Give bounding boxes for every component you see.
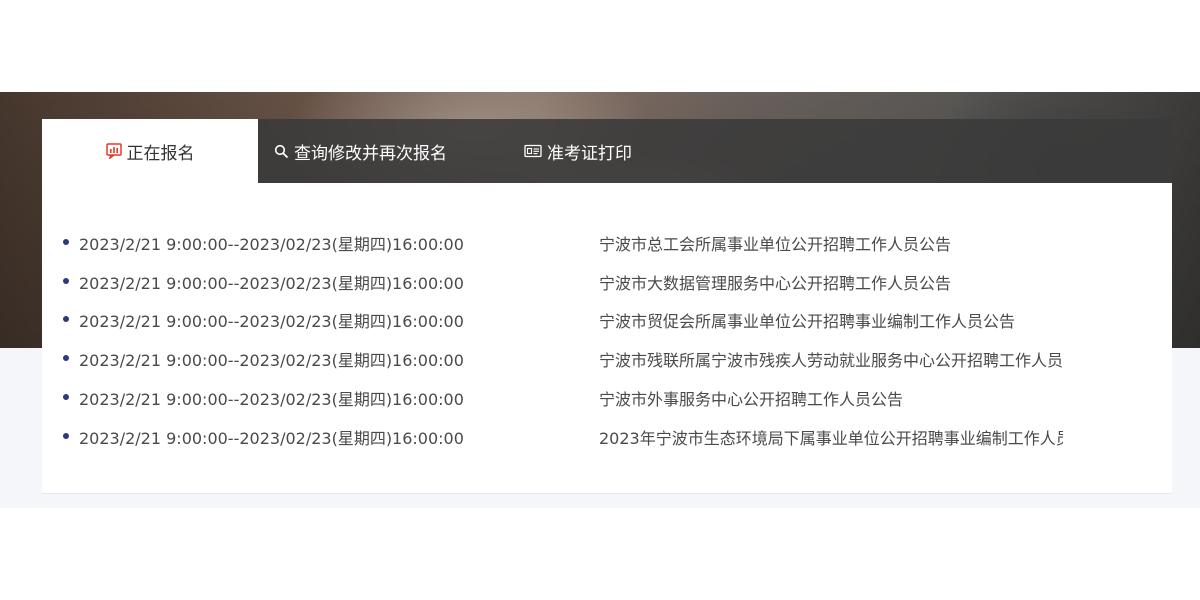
announcement-link[interactable]: 宁波市贸促会所属事业单位公开招聘事业编制工作人员公告 — [599, 308, 1063, 332]
list-item: 2023/2/21 9:00:00--2023/02/23(星期四)16:00:… — [42, 300, 1172, 339]
tab-query-modify-label: 查询修改并再次报名 — [294, 143, 447, 164]
bullet-dot — [63, 316, 69, 322]
announcement-link[interactable]: 宁波市总工会所属事业单位公开招聘工作人员公告 — [599, 231, 1063, 255]
tab-registering[interactable]: 正在报名 — [42, 119, 258, 183]
tab-bar: 正在报名 查询修改并再次报名 准考证打印 — [42, 119, 1172, 183]
announcement-link[interactable]: 2023年宁波市生态环境局下属事业单位公开招聘事业编制工作人员公告 — [599, 425, 1063, 449]
tab-registering-label: 正在报名 — [126, 143, 195, 164]
chart-icon — [105, 143, 122, 159]
bullet-dot — [63, 355, 69, 361]
bullet-dot — [63, 433, 69, 439]
tab-admission-ticket-label: 准考证打印 — [547, 143, 632, 164]
bullet-dot — [63, 239, 69, 245]
list-item: 2023/2/21 9:00:00--2023/02/23(星期四)16:00:… — [42, 378, 1172, 417]
registration-period: 2023/2/21 9:00:00--2023/02/23(星期四)16:00:… — [79, 350, 464, 370]
registration-period: 2023/2/21 9:00:00--2023/02/23(星期四)16:00:… — [79, 273, 464, 293]
id-card-icon — [524, 144, 542, 158]
announcement-link[interactable]: 宁波市残联所属宁波市残疾人劳动就业服务中心公开招聘工作人员公告 — [599, 347, 1063, 371]
registration-period: 2023/2/21 9:00:00--2023/02/23(星期四)16:00:… — [79, 234, 464, 254]
registration-period: 2023/2/21 9:00:00--2023/02/23(星期四)16:00:… — [79, 389, 464, 409]
list-item: 2023/2/21 9:00:00--2023/02/23(星期四)16:00:… — [42, 417, 1172, 456]
registration-period: 2023/2/21 9:00:00--2023/02/23(星期四)16:00:… — [79, 311, 464, 331]
announcement-link[interactable]: 宁波市大数据管理服务中心公开招聘工作人员公告 — [599, 270, 1063, 294]
tab-admission-ticket[interactable]: 准考证打印 — [524, 119, 632, 183]
search-icon — [274, 144, 289, 159]
bullet-dot — [63, 394, 69, 400]
registration-period: 2023/2/21 9:00:00--2023/02/23(星期四)16:00:… — [79, 428, 464, 448]
tab-query-modify[interactable]: 查询修改并再次报名 — [274, 119, 447, 183]
list-item: 2023/2/21 9:00:00--2023/02/23(星期四)16:00:… — [42, 262, 1172, 301]
announcement-link[interactable]: 宁波市外事服务中心公开招聘工作人员公告 — [599, 386, 1063, 410]
bullet-dot — [63, 278, 69, 284]
registration-panel: 正在报名 查询修改并再次报名 准考证打印 2023/2/21 9:00:00--… — [42, 119, 1172, 494]
list-item: 2023/2/21 9:00:00--2023/02/23(星期四)16:00:… — [42, 339, 1172, 378]
list-item: 2023/2/21 9:00:00--2023/02/23(星期四)16:00:… — [42, 223, 1172, 262]
announcement-list: 2023/2/21 9:00:00--2023/02/23(星期四)16:00:… — [42, 183, 1172, 494]
